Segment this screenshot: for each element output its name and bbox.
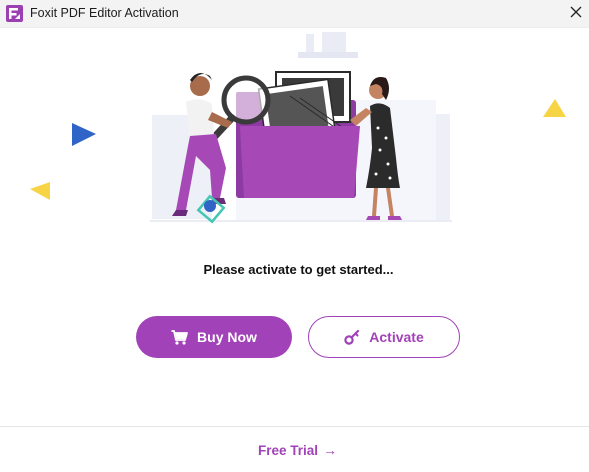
yellow-triangle-left [30, 182, 50, 200]
activate-button[interactable]: Activate [308, 316, 460, 358]
title-bar: Foxit PDF Editor Activation [0, 0, 589, 27]
activation-window: Foxit PDF Editor Activation Please activ… [0, 0, 589, 472]
buy-now-button[interactable]: Buy Now [136, 316, 292, 358]
yellow-triangle-right [543, 99, 566, 117]
close-button[interactable] [562, 0, 589, 27]
footer-divider [0, 426, 589, 427]
shelf-shape [298, 52, 358, 58]
blue-triangle [72, 123, 96, 146]
window-title: Foxit PDF Editor Activation [30, 6, 179, 20]
hero-illustration [0, 28, 589, 240]
cart-icon [171, 329, 188, 345]
activation-prompt: Please activate to get started... [203, 262, 394, 277]
key-icon [344, 329, 360, 345]
activate-label: Activate [369, 329, 424, 345]
free-trial-label: Free Trial [258, 442, 319, 458]
arrow-right-icon: → [323, 442, 338, 458]
buy-now-label: Buy Now [197, 329, 257, 345]
foxit-logo-icon [6, 5, 23, 22]
free-trial-link[interactable]: Free Trial → [258, 442, 337, 458]
close-icon [570, 5, 582, 23]
folder-front [240, 126, 360, 198]
